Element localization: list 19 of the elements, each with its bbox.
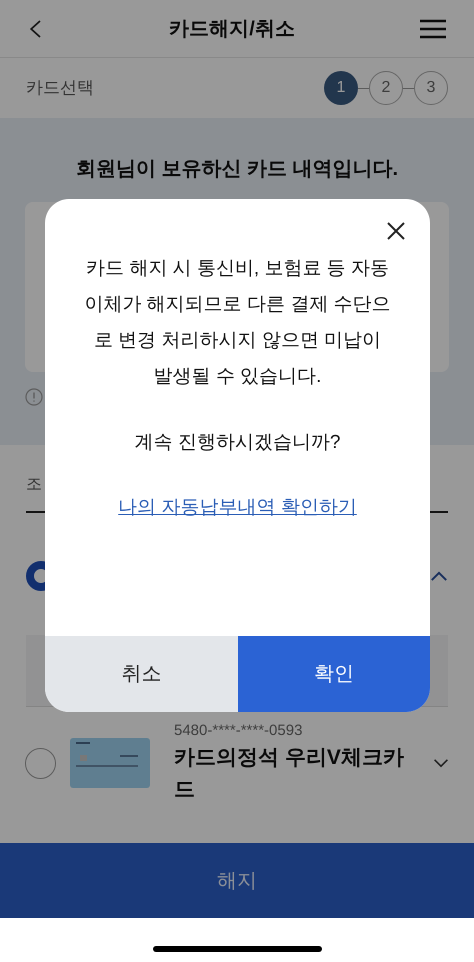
step-indicator: 2 <box>369 71 403 105</box>
info-icon <box>25 388 43 406</box>
cancel-card-button[interactable]: 해지 <box>0 843 474 918</box>
step-indicator: 3 <box>414 71 448 105</box>
confirm-button[interactable]: 확인 <box>238 636 430 712</box>
page-title: 카드해지/취소 <box>169 16 295 42</box>
intro-heading: 회원님이 보유하신 카드 내역입니다. <box>76 157 398 182</box>
card-number: 5480-****-****-0593 <box>174 720 304 741</box>
dialog-message: 카드 해지 시 통신비, 보험료 등 자동이체가 해지되므로 다른 결제 수단으로 변경 처리하시지 않으면 미납이 발생될 수 있습니다. <box>83 257 392 389</box>
chevron-up-icon[interactable] <box>430 570 448 582</box>
cancel-button[interactable]: 취소 <box>45 636 238 712</box>
menu-icon[interactable] <box>420 18 446 38</box>
close-icon[interactable] <box>386 221 406 241</box>
dialog-question: 계속 진행하시겠습니까? <box>134 431 340 455</box>
chevron-down-icon[interactable] <box>433 758 449 768</box>
card-name: 카드의정석 우리V체크카드 <box>174 745 405 804</box>
radio-button[interactable] <box>25 748 56 778</box>
step-indicator: 1 <box>324 71 358 105</box>
step-label: 카드선택 <box>26 77 94 100</box>
